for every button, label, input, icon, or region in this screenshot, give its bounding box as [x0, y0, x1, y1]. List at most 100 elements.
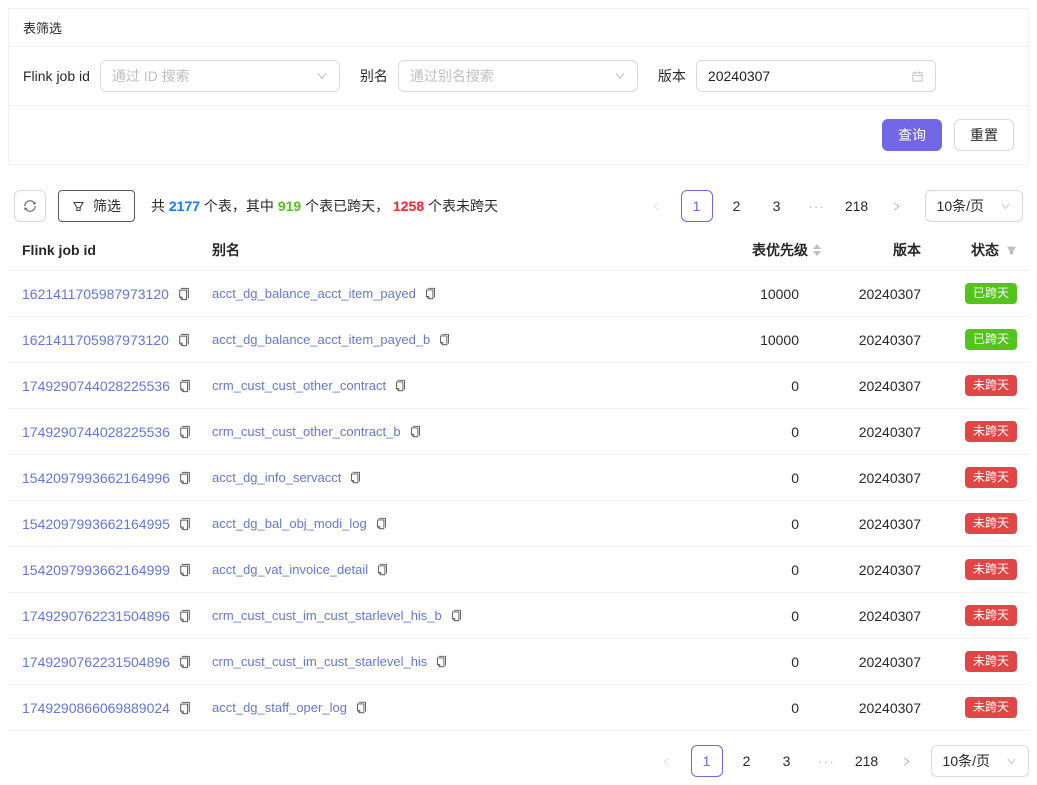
alias-link[interactable]: acct_dg_bal_obj_modi_log — [212, 516, 367, 531]
pagination-page-218[interactable]: 218 — [851, 745, 883, 777]
flink-job-id-link[interactable]: 1542097993662164995 — [22, 516, 170, 532]
alias-link[interactable]: crm_cust_cust_other_contract — [212, 378, 386, 393]
copy-icon[interactable] — [178, 425, 192, 439]
flink-job-id-link[interactable]: 1621411705987973120 — [22, 286, 169, 302]
pagination-prev-icon[interactable] — [651, 745, 683, 777]
copy-icon[interactable] — [178, 379, 192, 393]
version-label: 版本 — [658, 66, 686, 86]
flink-job-id-link[interactable]: 1749290762231504896 — [22, 608, 170, 624]
copy-icon[interactable] — [178, 471, 192, 485]
page-size-select-bottom[interactable]: 10条/页 — [931, 745, 1029, 777]
copy-icon[interactable] — [178, 655, 192, 669]
filter-actions: 查询 重置 — [9, 106, 1028, 164]
tables-table: Flink job id 别名 表优先级 版本 状态 — [8, 230, 1029, 731]
table-row: 1542097993662164995 acct_dg_bal_obj_modi… — [8, 501, 1029, 547]
pagination-prev-icon[interactable] — [641, 190, 673, 222]
flink-job-id-link[interactable]: 1749290866069889024 — [22, 700, 170, 716]
pagination-bottom: 123···218 — [651, 745, 923, 777]
pagination-page-2[interactable]: 2 — [721, 190, 753, 222]
alias-link[interactable]: crm_cust_cust_other_contract_b — [212, 424, 401, 439]
pagination-top: 123···218 — [641, 190, 913, 222]
alias-link[interactable]: crm_cust_cust_im_cust_starlevel_his_b — [212, 608, 442, 623]
column-header-priority: 表优先级 — [679, 230, 829, 271]
version-date-picker[interactable]: 20240307 — [696, 60, 936, 92]
flink-job-id-link[interactable]: 1621411705987973120 — [22, 332, 169, 348]
copy-icon[interactable] — [375, 517, 388, 530]
version-cell: 20240307 — [829, 547, 937, 593]
copy-icon[interactable] — [450, 609, 463, 622]
alias-link[interactable]: crm_cust_cust_im_cust_starlevel_his — [212, 654, 427, 669]
pagination-ellipsis: ··· — [811, 745, 843, 777]
summary-total-count: 2177 — [169, 198, 200, 214]
version-cell: 20240307 — [829, 593, 937, 639]
reset-button[interactable]: 重置 — [954, 119, 1014, 151]
table-row: 1621411705987973120 acct_dg_balance_acct… — [8, 317, 1029, 363]
copy-icon[interactable] — [177, 287, 191, 301]
copy-icon[interactable] — [355, 701, 368, 714]
alias-link[interactable]: acct_dg_balance_acct_item_payed_b — [212, 332, 430, 347]
copy-icon[interactable] — [394, 379, 407, 392]
table-row: 1749290762231504896 crm_cust_cust_im_cus… — [8, 639, 1029, 685]
pagination-page-3[interactable]: 3 — [761, 190, 793, 222]
alias-link[interactable]: acct_dg_info_servacct — [212, 470, 341, 485]
version-cell: 20240307 — [829, 455, 937, 501]
version-value: 20240307 — [708, 68, 911, 84]
sort-icon[interactable] — [813, 244, 821, 256]
chevron-down-icon — [614, 70, 626, 82]
status-filter-icon[interactable] — [1006, 245, 1017, 256]
filter-button[interactable]: 筛选 — [58, 190, 135, 222]
flink-job-id-placeholder: 通过 ID 搜索 — [112, 66, 316, 86]
status-badge: 未跨天 — [965, 513, 1017, 534]
priority-cell: 0 — [679, 501, 829, 547]
pagination-next-icon[interactable] — [881, 190, 913, 222]
filter-panel: 表筛选 Flink job id 通过 ID 搜索 别名 通过别名搜索 — [8, 8, 1029, 165]
pagination-page-1[interactable]: 1 — [691, 745, 723, 777]
copy-icon[interactable] — [178, 701, 192, 715]
page-size-select[interactable]: 10条/页 — [925, 190, 1023, 222]
copy-icon[interactable] — [349, 471, 362, 484]
alias-link[interactable]: acct_dg_staff_oper_log — [212, 700, 347, 715]
pagination-ellipsis: ··· — [801, 190, 833, 222]
flink-job-id-link[interactable]: 1542097993662164996 — [22, 470, 170, 486]
copy-icon[interactable] — [178, 609, 192, 623]
table-body: 1621411705987973120 acct_dg_balance_acct… — [8, 271, 1029, 731]
pagination-page-3[interactable]: 3 — [771, 745, 803, 777]
flink-job-id-link[interactable]: 1749290744028225536 — [22, 424, 170, 440]
version-cell: 20240307 — [829, 317, 937, 363]
flink-job-id-select[interactable]: 通过 ID 搜索 — [100, 60, 340, 92]
alias-link[interactable]: acct_dg_vat_invoice_detail — [212, 562, 368, 577]
refresh-button[interactable] — [14, 190, 46, 222]
priority-cell: 0 — [679, 593, 829, 639]
status-badge: 已跨天 — [965, 283, 1017, 304]
copy-icon[interactable] — [409, 425, 422, 438]
flink-job-id-link[interactable]: 1749290762231504896 — [22, 654, 170, 670]
version-cell: 20240307 — [829, 501, 937, 547]
copy-icon[interactable] — [178, 517, 192, 531]
status-badge: 未跨天 — [965, 697, 1017, 718]
copy-icon[interactable] — [177, 333, 191, 347]
field-alias: 别名 通过别名搜索 — [360, 60, 638, 92]
flink-job-id-link[interactable]: 1749290744028225536 — [22, 378, 170, 394]
query-button[interactable]: 查询 — [882, 119, 942, 151]
alias-link[interactable]: acct_dg_balance_acct_item_payed — [212, 286, 416, 301]
copy-icon[interactable] — [376, 563, 389, 576]
pagination-page-2[interactable]: 2 — [731, 745, 763, 777]
alias-select[interactable]: 通过别名搜索 — [398, 60, 638, 92]
copy-icon[interactable] — [178, 563, 192, 577]
priority-cell: 0 — [679, 455, 829, 501]
copy-icon[interactable] — [424, 287, 437, 300]
alias-label: 别名 — [360, 66, 388, 86]
chevron-down-icon — [316, 70, 328, 82]
pagination-next-icon[interactable] — [891, 745, 923, 777]
chevron-down-icon — [1006, 756, 1017, 767]
summary-part: 个表已跨天， — [301, 198, 393, 214]
refresh-icon — [23, 199, 37, 213]
copy-icon[interactable] — [438, 333, 451, 346]
pagination-page-218[interactable]: 218 — [841, 190, 873, 222]
table-row: 1749290866069889024 acct_dg_staff_oper_l… — [8, 685, 1029, 731]
pagination-page-1[interactable]: 1 — [681, 190, 713, 222]
copy-icon[interactable] — [435, 655, 448, 668]
status-badge: 已跨天 — [965, 329, 1017, 350]
filter-button-label: 筛选 — [93, 196, 121, 216]
flink-job-id-link[interactable]: 1542097993662164999 — [22, 562, 170, 578]
